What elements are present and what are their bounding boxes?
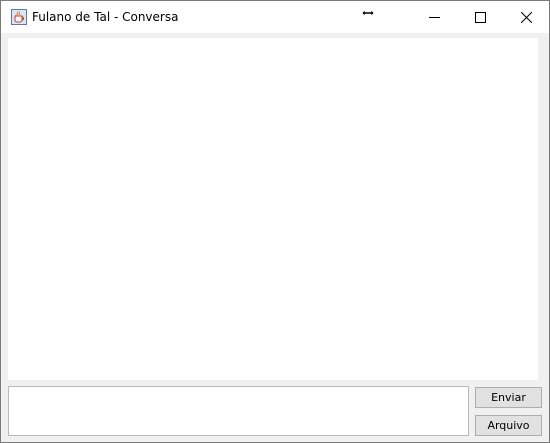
maximize-button[interactable] <box>457 1 503 33</box>
minimize-button[interactable] <box>411 1 457 33</box>
close-button[interactable] <box>503 1 549 33</box>
close-icon <box>521 12 532 23</box>
chat-window: Fulano de Tal - Conversa Enviar Arquivo <box>0 0 550 443</box>
title-bar[interactable]: Fulano de Tal - Conversa <box>1 1 549 33</box>
window-title: Fulano de Tal - Conversa <box>32 10 179 24</box>
minimize-icon <box>429 17 440 18</box>
attach-file-button[interactable]: Arquivo <box>475 415 542 436</box>
message-input[interactable] <box>8 386 469 436</box>
maximize-icon <box>475 12 486 23</box>
chat-history-area[interactable] <box>8 38 538 380</box>
resize-cursor-icon <box>360 5 376 19</box>
send-button[interactable]: Enviar <box>475 387 542 408</box>
java-coffee-cup-icon[interactable] <box>11 9 27 25</box>
